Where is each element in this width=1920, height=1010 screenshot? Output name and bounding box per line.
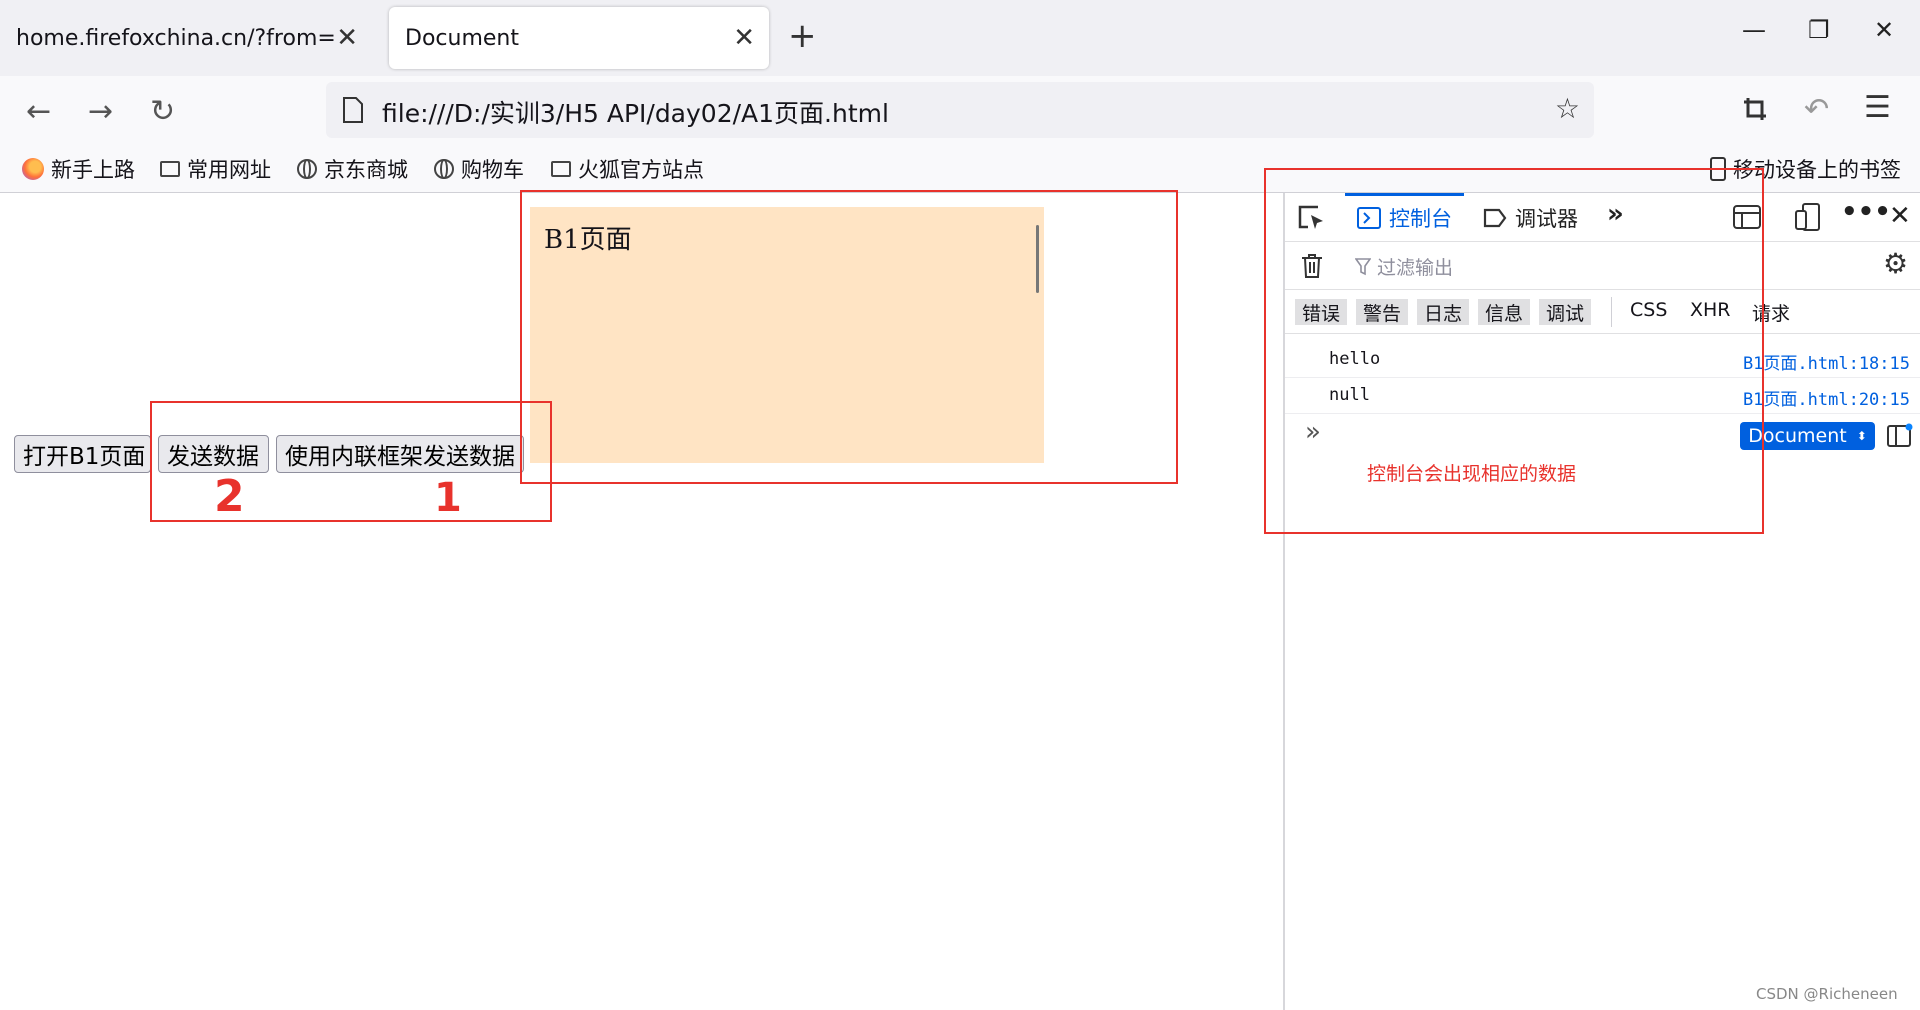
bookmark-jd[interactable]: 京东商城 [297, 154, 408, 184]
watermark: CSDN @Richeneen [1756, 985, 1898, 1003]
minimize-icon[interactable]: — [1742, 16, 1766, 44]
page-content: B1页面 打开B1页面 发送数据 使用内联框架发送数据 2 1 [0, 190, 1283, 1010]
bookmark-label: 火狐官方站点 [578, 158, 704, 182]
bookmark-star-icon[interactable]: ☆ [1555, 92, 1580, 125]
undo-icon[interactable]: ↶ [1804, 92, 1829, 127]
forward-icon[interactable]: → [88, 94, 113, 129]
more-options-icon[interactable]: ••• [1841, 197, 1891, 227]
tab-close-icon[interactable]: ✕ [733, 23, 755, 53]
responsive-design-icon[interactable] [1795, 203, 1821, 231]
url-bar[interactable]: file:///D:/实训3/H5 API/day02/A1页面.html ☆ [326, 82, 1594, 138]
bookmark-label: 京东商城 [324, 158, 408, 182]
open-b1-button[interactable]: 打开B1页面 [14, 435, 151, 473]
navigation-bar: ← → ↻ file:///D:/实训3/H5 API/day02/A1页面.h… [0, 76, 1920, 148]
bookmark-cart[interactable]: 购物车 [434, 154, 524, 184]
folder-icon [160, 161, 180, 177]
tab-document[interactable]: Document ✕ [389, 7, 769, 69]
bookmark-label: 新手上路 [51, 158, 135, 182]
firefox-icon [22, 158, 44, 180]
restore-icon[interactable]: ❐ [1808, 16, 1830, 44]
tab-firefoxchina[interactable]: home.firefoxchina.cn/?from=extr ✕ [0, 7, 372, 69]
new-tab-icon[interactable]: + [788, 16, 817, 56]
handwritten-number-1: 1 [434, 475, 462, 521]
annotation-box-console [1264, 168, 1764, 534]
tab-close-icon[interactable]: ✕ [336, 23, 358, 53]
log-source-link[interactable]: B1页面.html:18:15 [1743, 349, 1910, 374]
updown-chevron-icon: ⬍ [1856, 429, 1867, 443]
url-text: file:///D:/实训3/H5 API/day02/A1页面.html [382, 99, 889, 128]
console-settings-gear-icon[interactable]: ⚙ [1883, 247, 1908, 280]
bookmark-label: 常用网址 [187, 158, 271, 182]
bookmark-label: 购物车 [461, 158, 524, 182]
log-source-link[interactable]: B1页面.html:20:15 [1743, 385, 1910, 410]
bookmark-common-sites[interactable]: 常用网址 [160, 154, 271, 184]
annotation-box-iframe [520, 190, 1178, 484]
back-icon[interactable]: ← [26, 94, 51, 129]
bookmark-getting-started[interactable]: 新手上路 [22, 154, 135, 184]
close-devtools-icon[interactable]: ✕ [1889, 201, 1911, 231]
menu-icon[interactable]: ☰ [1864, 90, 1891, 125]
editor-mode-icon[interactable] [1887, 423, 1913, 449]
globe-icon [434, 159, 454, 179]
reload-icon[interactable]: ↻ [150, 94, 175, 129]
annotation-box-buttons [150, 401, 552, 522]
tab-title: home.firefoxchina.cn/?from=extr [16, 25, 334, 51]
folder-icon [551, 161, 571, 177]
tab-title: Document [405, 25, 519, 51]
bookmark-firefox-official[interactable]: 火狐官方站点 [551, 154, 704, 184]
tab-strip: home.firefoxchina.cn/?from=extr ✕ Docume… [0, 0, 1920, 76]
screenshot-crop-icon[interactable] [1742, 96, 1768, 122]
page-icon [343, 97, 363, 123]
globe-icon [297, 159, 317, 179]
window-close-icon[interactable]: ✕ [1874, 16, 1894, 44]
handwritten-number-2: 2 [214, 471, 245, 522]
